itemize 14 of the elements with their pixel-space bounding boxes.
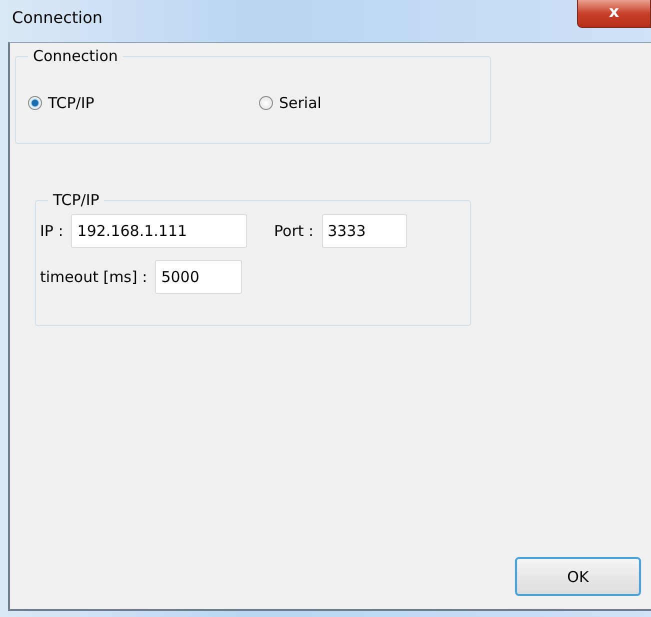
close-button[interactable]: x [577, 0, 651, 28]
window-title: Connection [11, 7, 103, 27]
radio-option[interactable]: TCP/IP [28, 94, 259, 112]
input-field[interactable]: 3333 [322, 214, 407, 248]
ok-button[interactable]: OK [515, 557, 641, 596]
group-title: TCP/IP [48, 191, 104, 209]
radio-button[interactable] [28, 96, 42, 110]
radio-button[interactable] [259, 96, 273, 110]
field-label: IP : [40, 222, 64, 240]
input-field[interactable]: 5000 [155, 260, 242, 294]
radio-option[interactable]: Serial [259, 94, 490, 112]
field-label: timeout [ms] : [40, 268, 148, 286]
input-field[interactable]: 192.168.1.111 [71, 214, 248, 248]
field-label: Port : [274, 222, 314, 240]
